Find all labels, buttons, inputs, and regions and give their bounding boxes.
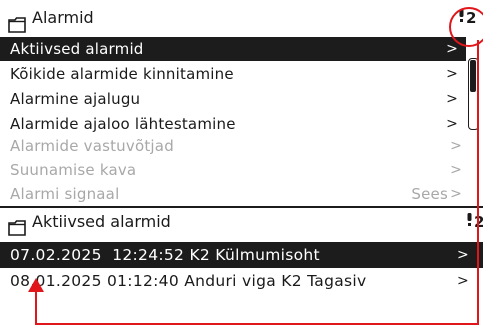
menu-item-alarm-history[interactable]: Alarmine ajalugu >	[0, 87, 466, 111]
chevron-right-icon: >	[450, 186, 462, 202]
menu-item-acknowledge-all[interactable]: Kõikide alarmide kinnitamine >	[0, 62, 466, 86]
alarm-indicator[interactable]: 2	[466, 206, 483, 238]
menu-item-label: Kõikide alarmide kinnitamine	[10, 65, 234, 83]
scrollbar[interactable]	[468, 58, 479, 130]
alarms-menu-panel: Alarmid 2 Aktiivsed alarmid > Kõikide al…	[0, 0, 483, 206]
menu-item-label: Alarmi signaal	[10, 185, 120, 203]
alarm-bell-icon	[458, 0, 465, 36]
chevron-right-icon: >	[446, 41, 458, 57]
alarm-bell-icon	[466, 206, 473, 238]
menu-item-alarm-receivers[interactable]: Alarmide vastuvõtjad >	[0, 134, 470, 158]
alarm-indicator[interactable]: 2	[458, 0, 476, 36]
active-alarms-title-bar: Aktiivsed alarmid 2	[0, 206, 483, 236]
page-title: Alarmid	[32, 8, 94, 27]
alarm-text: 07.02.2025 12:24:52 K2 Külmumisoht	[10, 246, 320, 264]
menu-item-label: Alarmide ajaloo lähtestamine	[10, 115, 236, 133]
chevron-right-icon: >	[446, 91, 458, 107]
menu-item-active-alarms[interactable]: Aktiivsed alarmid >	[0, 37, 466, 61]
chevron-right-icon: >	[450, 138, 462, 154]
menu-item-label: Aktiivsed alarmid	[10, 40, 144, 58]
menu-item-reset-history[interactable]: Alarmide ajaloo lähtestamine >	[0, 112, 466, 136]
chevron-right-icon: >	[456, 247, 469, 263]
chevron-right-icon: >	[450, 162, 462, 178]
active-alarms-panel: Aktiivsed alarmid 2 07.02.2025 12:24:52 …	[0, 206, 483, 336]
page-title: Aktiivsed alarmid	[32, 212, 171, 231]
menu-item-label: Suunamise kava	[10, 161, 137, 179]
chevron-right-icon: >	[446, 116, 458, 132]
alarm-row-sensor-error[interactable]: 08.01.2025 01:12:40 Anduri viga K2 Tagas…	[0, 268, 483, 294]
alarm-count: 2	[466, 9, 477, 27]
alarms-title-bar: Alarmid 2	[0, 0, 483, 36]
alarm-signal-value: Sees	[411, 185, 448, 203]
menu-item-label: Alarmine ajalugu	[10, 90, 141, 108]
menu-item-alarm-signal[interactable]: Alarmi signaal Sees >	[0, 182, 470, 206]
scrollbar-thumb[interactable]	[470, 60, 476, 92]
alarm-count: 2	[474, 213, 483, 231]
chevron-right-icon: >	[456, 273, 469, 289]
chevron-right-icon: >	[446, 66, 458, 82]
menu-item-label: Alarmide vastuvõtjad	[10, 137, 174, 155]
menu-item-routing-schedule[interactable]: Suunamise kava >	[0, 158, 470, 182]
alarm-row-frost-risk[interactable]: 07.02.2025 12:24:52 K2 Külmumisoht >	[0, 242, 483, 268]
alarm-text: 08.01.2025 01:12:40 Anduri viga K2 Tagas…	[10, 272, 367, 290]
